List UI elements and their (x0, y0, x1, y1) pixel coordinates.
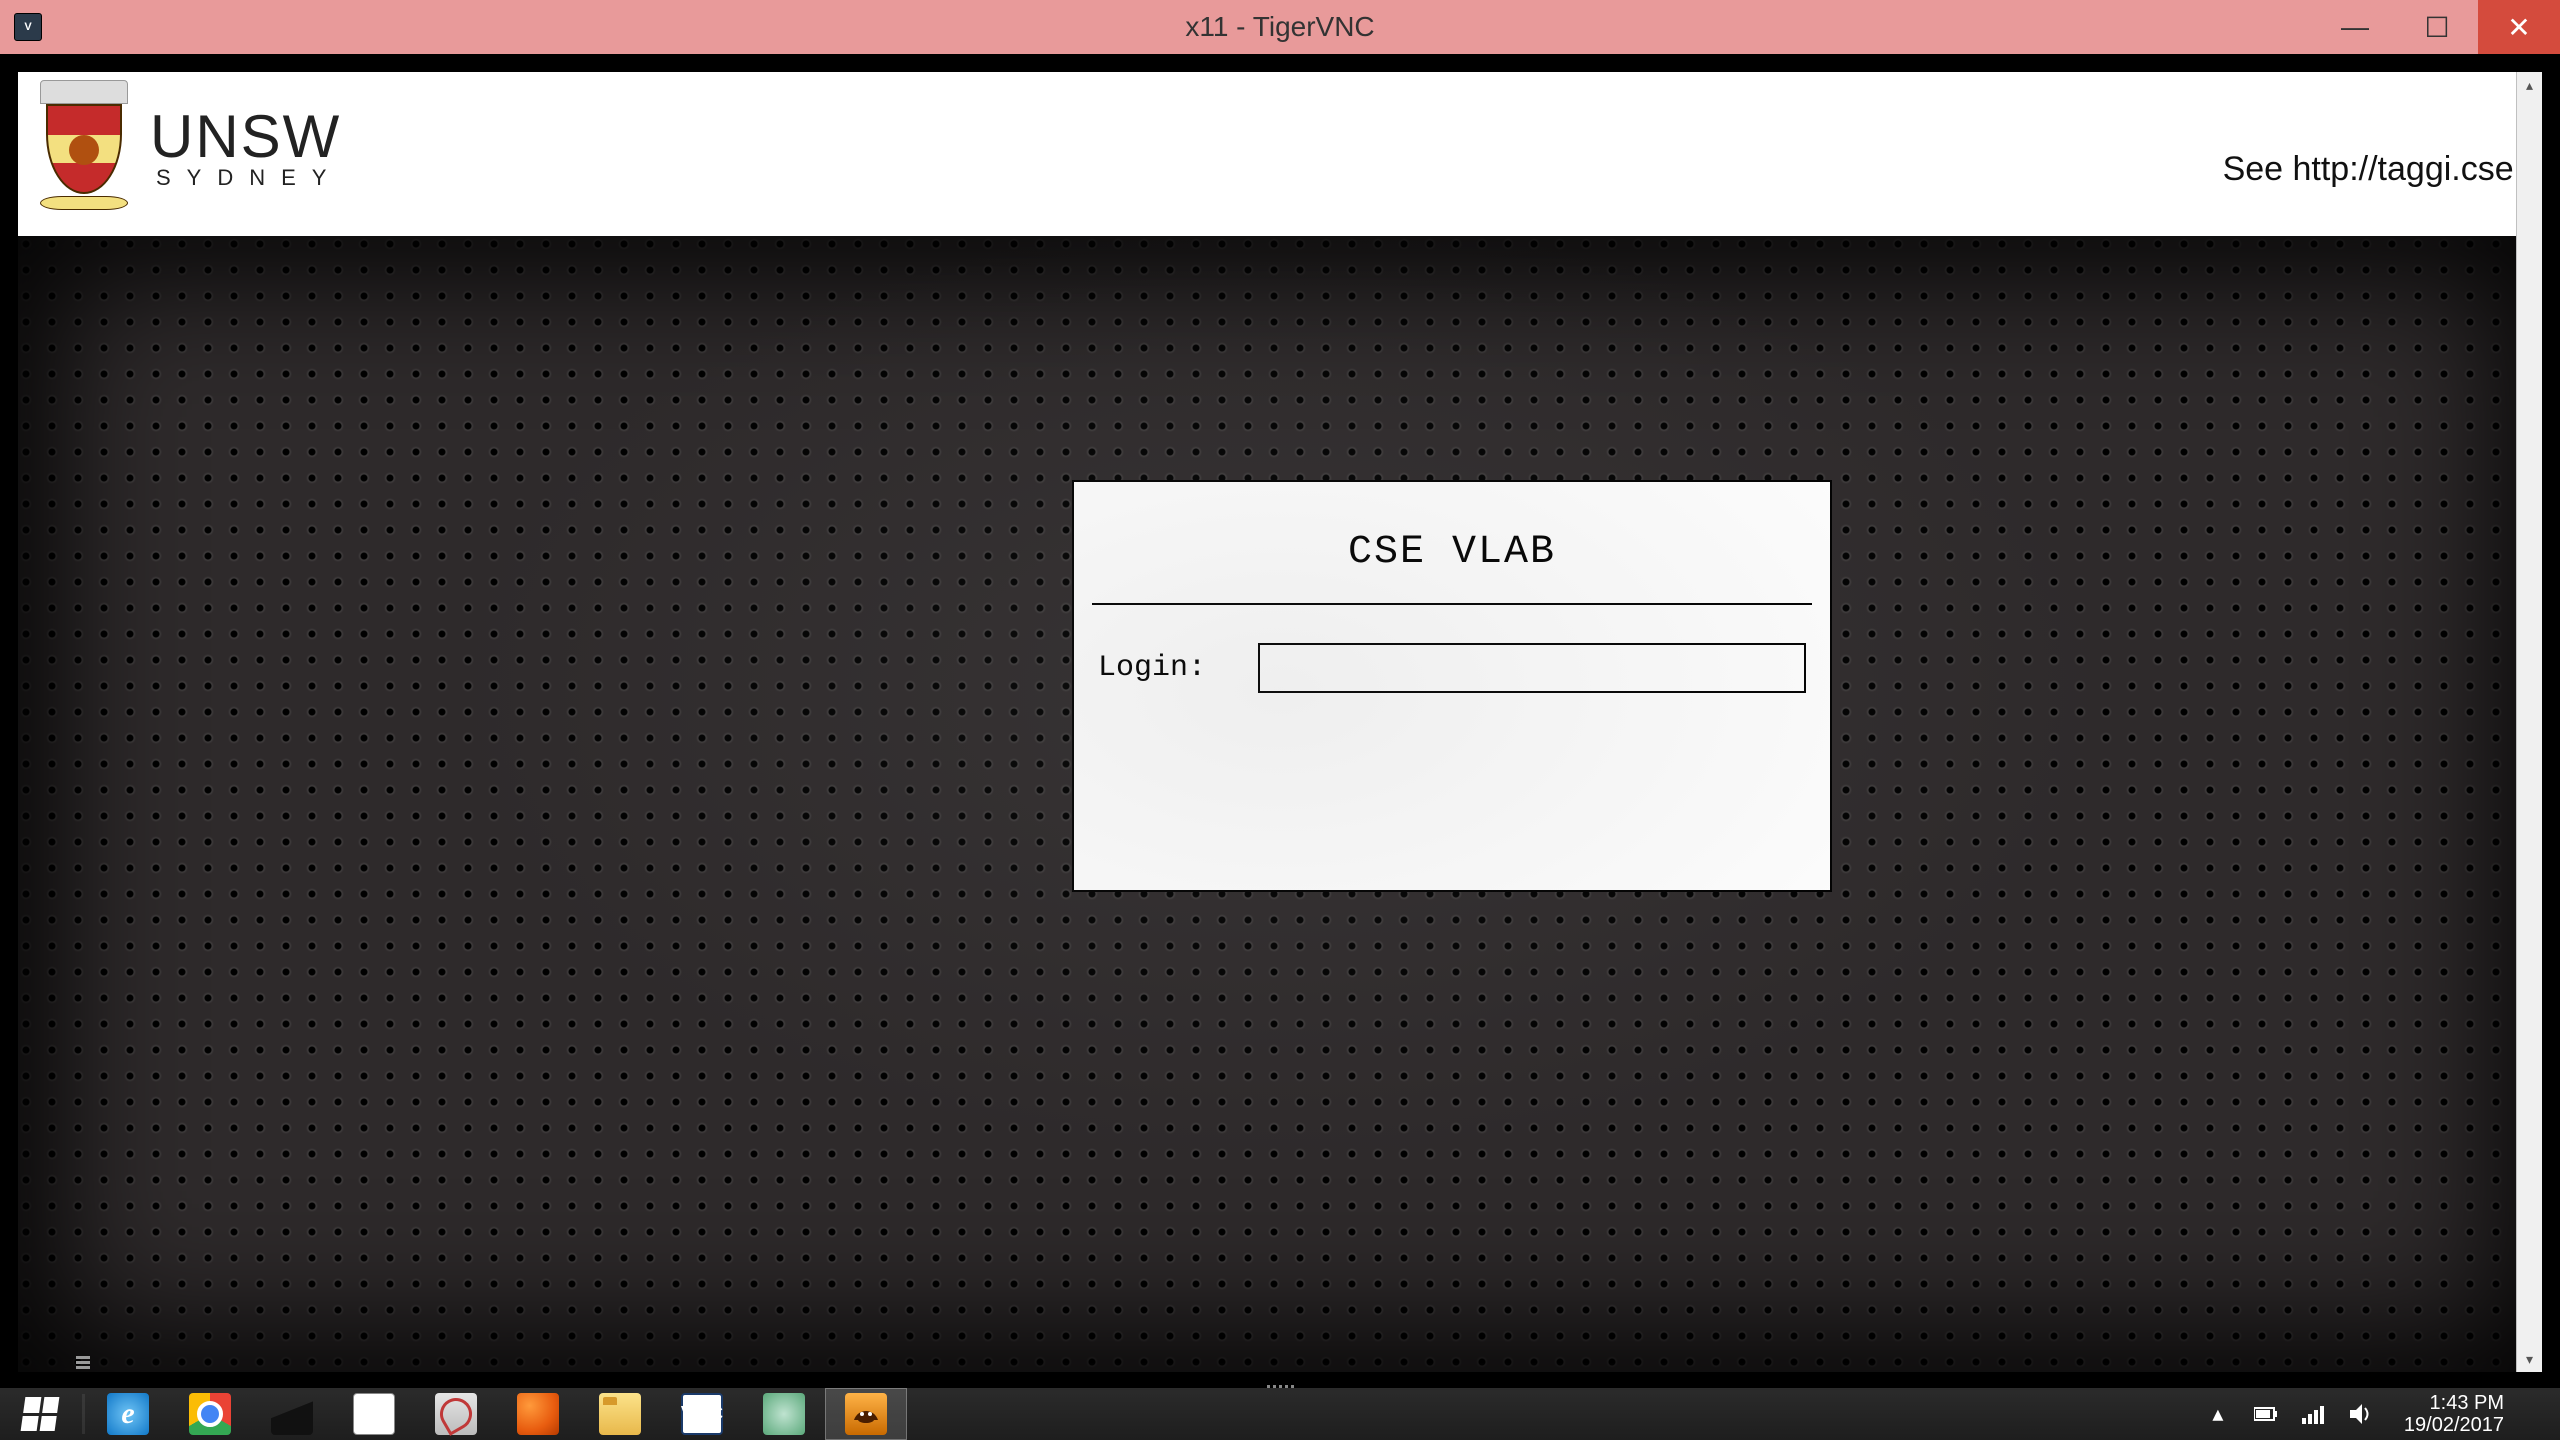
taskbar-app-anyconnect[interactable] (743, 1388, 825, 1440)
clock-time: 1:43 PM (2404, 1392, 2504, 1414)
taskbar-app-chrome[interactable] (169, 1388, 251, 1440)
maximize-button[interactable]: ☐ (2396, 0, 2478, 54)
scroll-up-icon[interactable]: ▴ (2517, 72, 2542, 98)
windows-taskbar: 7z VNC ▴ 1:43 PM 19/02/2017 (0, 1388, 2560, 1440)
remote-panel-handle[interactable] (76, 1356, 90, 1370)
remote-screen[interactable]: UNSW SYDNEY See http://taggi.cse.u CSE V… (18, 72, 2542, 1372)
battery-icon[interactable] (2252, 1406, 2280, 1422)
remote-desktop-background[interactable]: CSE VLAB Login: (18, 236, 2542, 1372)
system-tray: ▴ 1:43 PM 19/02/2017 (2204, 1388, 2560, 1440)
unsw-logo: UNSW SYDNEY (40, 80, 342, 212)
sevenzip-icon: 7z (353, 1393, 395, 1435)
resize-grip-icon[interactable] (1265, 1378, 1295, 1388)
scissors-icon (435, 1393, 477, 1435)
taskbar-separator (82, 1394, 85, 1434)
unsw-logo-text: UNSW (150, 102, 342, 171)
taskbar-app-7zip[interactable]: 7z (333, 1388, 415, 1440)
taskbar-clock[interactable]: 1:43 PM 19/02/2017 (2396, 1388, 2516, 1440)
login-title: CSE VLAB (1074, 530, 1830, 575)
ie-icon (107, 1393, 149, 1435)
window-controls: — ☐ ✕ (2314, 0, 2560, 54)
taskbar-app-snipping[interactable] (415, 1388, 497, 1440)
minimize-button[interactable]: — (2314, 0, 2396, 54)
scroll-down-icon[interactable]: ▾ (2517, 1346, 2542, 1372)
taskbar-app-vnc[interactable]: VNC (661, 1388, 743, 1440)
vertical-scrollbar[interactable]: ▴ ▾ (2516, 72, 2542, 1372)
login-input[interactable] (1258, 643, 1806, 693)
globe-icon (763, 1393, 805, 1435)
firefox-icon (517, 1393, 559, 1435)
login-row: Login: (1074, 643, 1830, 693)
chrome-icon (189, 1393, 231, 1435)
divider (1092, 603, 1812, 605)
taskbar-app-explorer[interactable] (579, 1388, 661, 1440)
vnc-icon: VNC (681, 1393, 723, 1435)
unsw-crest-icon (40, 80, 128, 212)
show-hidden-icons-button[interactable]: ▴ (2204, 1401, 2232, 1427)
tigervnc-icon: V (14, 13, 42, 41)
taskbar-app-generic[interactable] (251, 1388, 333, 1440)
titlebar[interactable]: V x11 - TigerVNC — ☐ ✕ (0, 0, 2560, 54)
taskbar-app-firefox[interactable] (497, 1388, 579, 1440)
login-dialog: CSE VLAB Login: (1072, 480, 1832, 892)
vnc-viewport: UNSW SYDNEY See http://taggi.cse.u CSE V… (0, 54, 2560, 1388)
window-title: x11 - TigerVNC (1185, 11, 1374, 43)
login-label: Login: (1098, 651, 1258, 685)
start-button[interactable] (0, 1388, 80, 1440)
folder-icon (599, 1393, 641, 1435)
unsw-logo-subtext: SYDNEY (156, 165, 342, 191)
tigervnc-app-icon (845, 1393, 887, 1435)
clock-date: 19/02/2017 (2404, 1414, 2504, 1436)
close-button[interactable]: ✕ (2478, 0, 2560, 54)
banner-link-text: See http://taggi.cse.u (2223, 150, 2542, 189)
wedge-icon (271, 1393, 313, 1435)
taskbar-pinned: 7z VNC (87, 1388, 907, 1440)
network-icon[interactable] (2300, 1404, 2328, 1424)
scrollbar-track[interactable] (2517, 98, 2542, 1346)
banner: UNSW SYDNEY See http://taggi.cse.u (18, 72, 2542, 236)
taskbar-app-tigervnc[interactable] (825, 1388, 907, 1440)
volume-icon[interactable] (2348, 1404, 2376, 1424)
taskbar-app-ie[interactable] (87, 1388, 169, 1440)
windows-logo-icon (21, 1397, 60, 1431)
